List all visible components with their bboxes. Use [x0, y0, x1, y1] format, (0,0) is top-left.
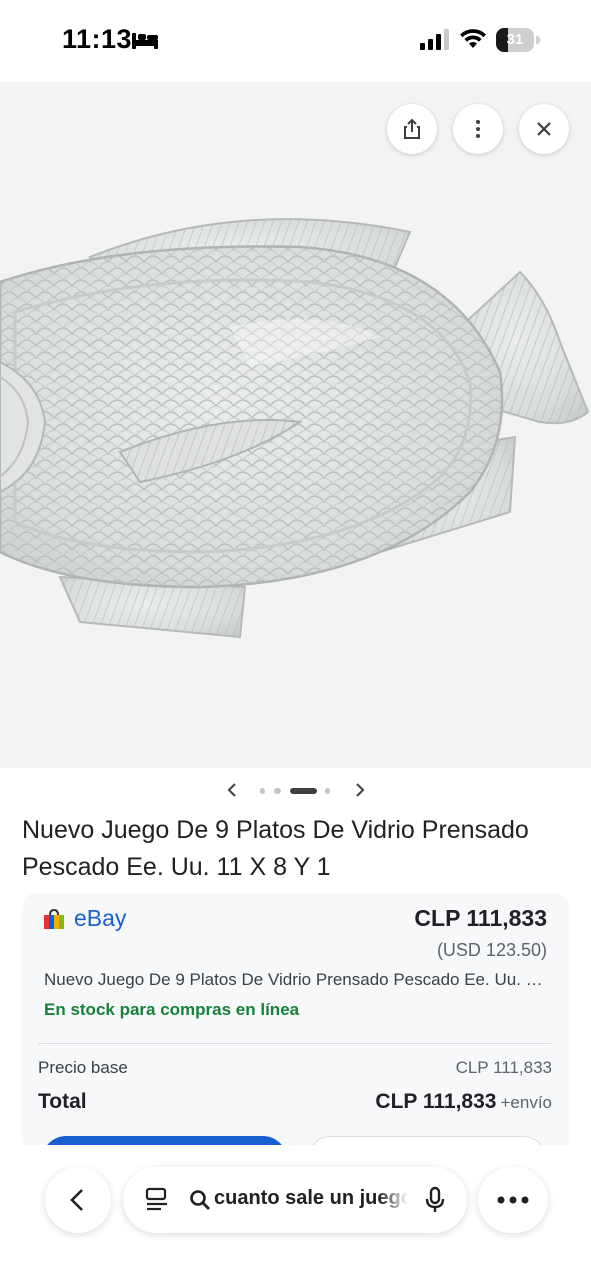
- product-image-viewer[interactable]: [0, 82, 591, 768]
- share-button[interactable]: [387, 104, 437, 154]
- shipping-note: +envío: [500, 1093, 552, 1112]
- search-query[interactable]: cuanto sale un juego: [214, 1187, 408, 1210]
- total-row: CLP 111,833 +envío: [375, 1090, 552, 1114]
- seller-link[interactable]: eBay: [42, 905, 126, 932]
- wifi-icon: [460, 29, 486, 48]
- status-bar: 11:13 31: [0, 0, 591, 82]
- more-menu-button[interactable]: [478, 1167, 548, 1233]
- image-carousel-nav: [0, 772, 591, 808]
- close-button[interactable]: [519, 104, 569, 154]
- lens-icon[interactable]: [143, 1186, 171, 1214]
- back-button[interactable]: [45, 1167, 111, 1233]
- seller-name[interactable]: eBay: [74, 905, 126, 932]
- chevron-left-icon: [70, 1189, 83, 1211]
- offer-description: Nuevo Juego De 9 Platos De Vidrio Prensa…: [44, 970, 549, 989]
- product-image: [0, 82, 591, 768]
- shopping-bag-icon: [44, 908, 64, 929]
- divider: [38, 1043, 553, 1044]
- carousel-dot[interactable]: [274, 788, 281, 794]
- search-icon: [190, 1190, 210, 1210]
- price-usd: (USD 123.50): [436, 940, 547, 960]
- battery-indicator: 31: [496, 28, 540, 52]
- total-label: Total: [38, 1090, 87, 1113]
- product-title: Nuevo Juego De 9 Platos De Vidrio Prensa…: [22, 816, 529, 881]
- offer-card[interactable]: eBay CLP 111,833 (USD 123.50) Nuevo Jueg…: [22, 893, 569, 1153]
- status-time: 11:13: [62, 24, 133, 54]
- search-bar[interactable]: cuanto sale un juego: [123, 1167, 467, 1233]
- carousel-dot-active[interactable]: [290, 788, 317, 794]
- microphone-icon[interactable]: [421, 1186, 449, 1214]
- sleep-focus-icon: [132, 33, 158, 49]
- carousel-dot[interactable]: [325, 788, 330, 794]
- base-price-label: Precio base: [38, 1058, 128, 1077]
- battery-level: 31: [506, 31, 524, 48]
- more-horizontal-icon: [497, 1196, 529, 1204]
- total-value: CLP 111,833: [375, 1090, 497, 1113]
- previous-image-button[interactable]: [220, 778, 244, 802]
- close-icon: [537, 122, 551, 136]
- base-price-value: CLP 111,833: [455, 1058, 552, 1077]
- cellular-signal-icon: [420, 29, 449, 50]
- more-vertical-icon: [476, 120, 480, 138]
- share-icon: [404, 118, 420, 139]
- more-options-button[interactable]: [453, 104, 503, 154]
- next-image-button[interactable]: [348, 778, 372, 802]
- stock-status: En stock para compras en línea: [44, 1000, 300, 1019]
- carousel-dot[interactable]: [260, 788, 265, 794]
- price: CLP 111,833: [414, 905, 547, 931]
